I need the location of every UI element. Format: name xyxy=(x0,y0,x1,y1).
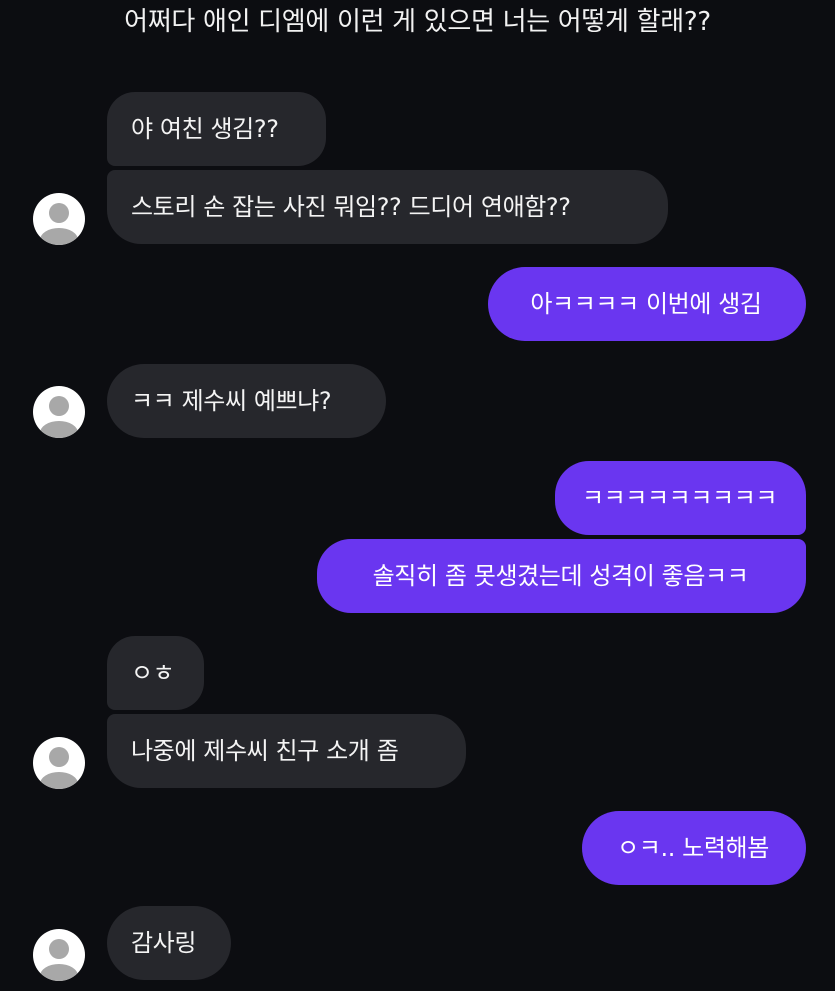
outgoing-message-bubble[interactable]: 솔직히 좀 못생겼는데 성격이 좋음ㅋㅋ xyxy=(317,539,806,613)
incoming-message-bubble[interactable]: 스토리 손 잡는 사진 뭐임?? 드디어 연애함?? xyxy=(107,170,668,244)
sender-avatar[interactable] xyxy=(33,193,85,245)
sender-avatar[interactable] xyxy=(33,929,85,981)
incoming-message-bubble[interactable]: 야 여친 생김?? xyxy=(107,92,326,166)
outgoing-message-bubble[interactable]: ㅋㅋㅋㅋㅋㅋㅋㅋㅋ xyxy=(555,461,806,535)
post-caption: 어쩌다 애인 디엠에 이런 게 있으면 너는 어떻게 할래?? xyxy=(124,7,711,37)
sender-avatar[interactable] xyxy=(33,386,85,438)
default-person-avatar-icon xyxy=(40,203,78,245)
outgoing-message-bubble[interactable]: ㅇㅋ.. 노력해봄 xyxy=(582,811,806,885)
outgoing-message-bubble[interactable]: 아ㅋㅋㅋㅋ 이번에 생김 xyxy=(488,267,806,341)
incoming-message-bubble[interactable]: ㅇㅎ xyxy=(107,636,204,710)
sender-avatar[interactable] xyxy=(33,737,85,789)
incoming-message-bubble[interactable]: 감사링 xyxy=(107,906,231,980)
default-person-avatar-icon xyxy=(40,747,78,789)
default-person-avatar-icon xyxy=(40,396,78,438)
incoming-message-bubble[interactable]: ㅋㅋ 제수씨 예쁘냐? xyxy=(107,364,386,438)
incoming-message-bubble[interactable]: 나중에 제수씨 친구 소개 좀 xyxy=(107,714,466,788)
default-person-avatar-icon xyxy=(40,939,78,981)
